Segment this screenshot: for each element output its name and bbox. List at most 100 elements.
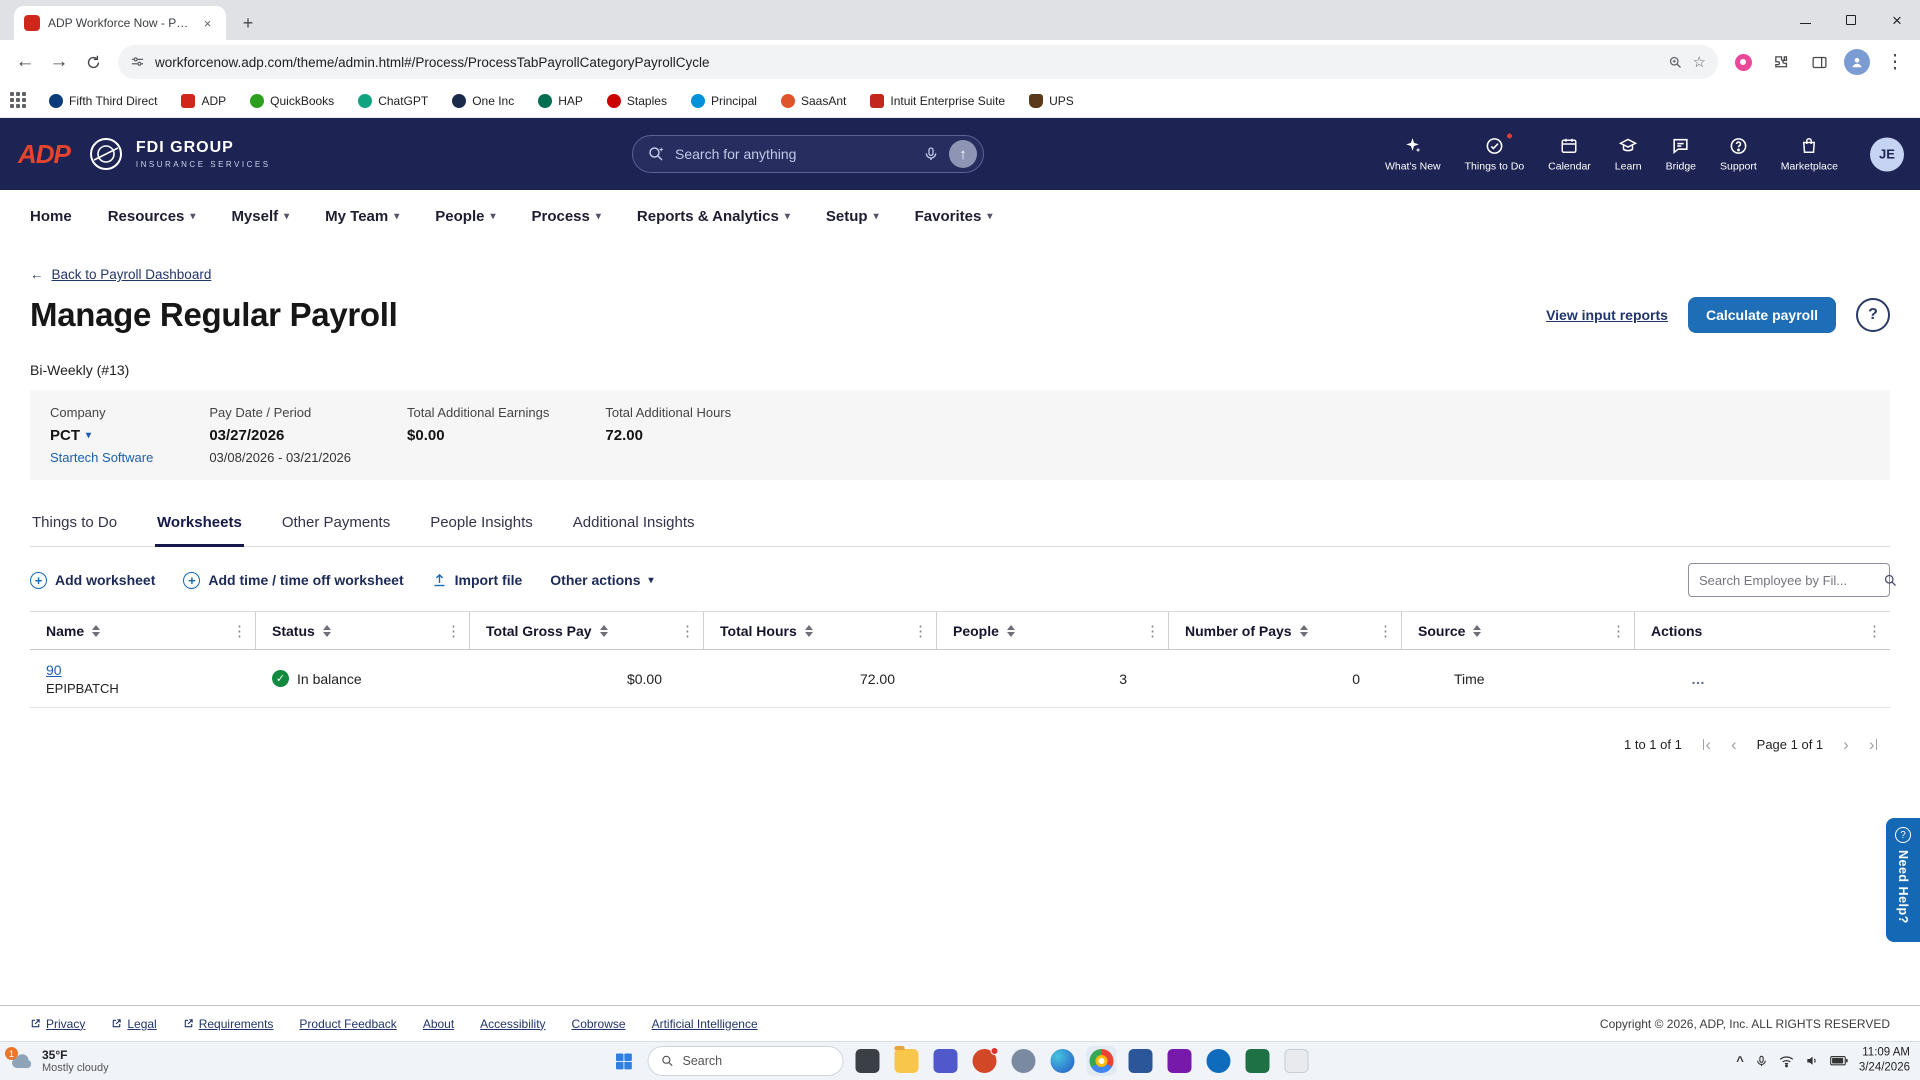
outlook-app-icon[interactable] — [1204, 1046, 1234, 1076]
start-button[interactable] — [609, 1046, 639, 1076]
search-icon[interactable] — [1883, 573, 1898, 588]
things-to-do-item[interactable]: Things to Do — [1465, 131, 1524, 173]
footer-privacy-link[interactable]: Privacy — [30, 1017, 85, 1031]
tab-other-payments[interactable]: Other Payments — [280, 506, 392, 546]
sort-icon[interactable] — [804, 624, 813, 637]
global-search-input[interactable] — [675, 146, 913, 162]
forward-icon[interactable]: → — [42, 45, 76, 79]
nav-setup[interactable]: Setup ▾ — [826, 208, 879, 225]
nav-myself[interactable]: Myself ▾ — [231, 208, 289, 225]
column-header-people[interactable]: People ⋮ — [937, 612, 1169, 649]
footer-accessibility-link[interactable]: Accessibility — [480, 1017, 545, 1031]
row-actions-icon[interactable]: … — [1635, 671, 1890, 687]
footer-legal-link[interactable]: Legal — [111, 1017, 157, 1031]
column-header-total-hours[interactable]: Total Hours ⋮ — [704, 612, 937, 649]
zoom-icon[interactable] — [1668, 55, 1683, 70]
other-actions-dropdown[interactable]: Other actions ▾ — [550, 572, 653, 588]
sort-icon[interactable] — [1473, 624, 1482, 637]
copilot-app-icon[interactable] — [1009, 1046, 1039, 1076]
column-menu-icon[interactable]: ⋮ — [1378, 622, 1393, 640]
support-item[interactable]: Support — [1720, 136, 1757, 173]
bookmark-fifth-third[interactable]: Fifth Third Direct — [40, 90, 166, 112]
column-header-status[interactable]: Status ⋮ — [256, 612, 470, 649]
bookmark-principal[interactable]: Principal — [682, 90, 766, 112]
company-link[interactable]: Startech Software — [50, 450, 153, 465]
pink-extension-icon[interactable] — [1726, 45, 1760, 79]
column-menu-icon[interactable]: ⋮ — [913, 622, 928, 640]
column-header-name[interactable]: Name ⋮ — [30, 612, 256, 649]
wifi-icon[interactable] — [1779, 1055, 1794, 1068]
excel-app-icon[interactable] — [1243, 1046, 1273, 1076]
company-selector[interactable]: PCT ▾ — [50, 427, 153, 444]
search-submit-button[interactable]: ↑ — [949, 140, 977, 168]
sort-icon[interactable] — [1299, 624, 1308, 637]
help-button[interactable]: ? — [1856, 298, 1890, 332]
bookmark-adp[interactable]: ADP — [172, 90, 235, 112]
last-page-button[interactable]: › — [1869, 736, 1878, 753]
prev-page-button[interactable]: ‹ — [1731, 736, 1737, 753]
add-time-worksheet-button[interactable]: + Add time / time off worksheet — [183, 571, 404, 589]
word-app-icon[interactable] — [1126, 1046, 1156, 1076]
address-bar[interactable]: ☆ — [118, 45, 1718, 79]
column-menu-icon[interactable]: ⋮ — [1611, 622, 1626, 640]
tab-additional-insights[interactable]: Additional Insights — [571, 506, 697, 546]
marketplace-item[interactable]: Marketplace — [1781, 136, 1838, 173]
widgets-grid-app-icon[interactable] — [1282, 1046, 1312, 1076]
column-menu-icon[interactable]: ⋮ — [232, 622, 247, 640]
footer-cobrowse-link[interactable]: Cobrowse — [572, 1017, 626, 1031]
employee-search-input[interactable] — [1699, 572, 1875, 588]
sort-icon[interactable] — [322, 624, 331, 637]
microphone-tray-icon[interactable] — [1755, 1055, 1768, 1068]
taskbar-clock[interactable]: 11:09 AM 3/24/2026 — [1859, 1047, 1910, 1076]
minimize-button[interactable] — [1782, 0, 1828, 40]
column-header-total-gross-pay[interactable]: Total Gross Pay ⋮ — [470, 612, 704, 649]
tab-people-insights[interactable]: People Insights — [428, 506, 535, 546]
taskbar-search-input[interactable] — [682, 1054, 831, 1068]
column-header-number-of-pays[interactable]: Number of Pays ⋮ — [1169, 612, 1402, 649]
apps-grid-icon[interactable] — [10, 91, 28, 110]
view-input-reports-link[interactable]: View input reports — [1546, 307, 1668, 323]
footer-about-link[interactable]: About — [423, 1017, 454, 1031]
adp-logo[interactable]: ADP — [18, 139, 71, 170]
bookmark-saasant[interactable]: SaasAnt — [772, 90, 855, 112]
battery-icon[interactable] — [1829, 1055, 1848, 1067]
table-row[interactable]: 90 EPIPBATCH ✓ In balance $0.00 72.00 3 … — [30, 650, 1890, 708]
profile-avatar[interactable] — [1840, 45, 1874, 79]
volume-icon[interactable] — [1805, 1054, 1819, 1068]
bridge-item[interactable]: Bridge — [1666, 136, 1696, 173]
nav-favorites[interactable]: Favorites ▾ — [915, 208, 993, 225]
microphone-icon[interactable] — [923, 144, 939, 164]
powerpoint-app-icon[interactable] — [970, 1046, 1000, 1076]
bookmark-chatgpt[interactable]: ChatGPT — [349, 90, 437, 112]
file-explorer-icon[interactable] — [892, 1046, 922, 1076]
back-to-dashboard-link[interactable]: ← Back to Payroll Dashboard — [30, 267, 211, 282]
chrome-app-icon[interactable] — [1086, 1046, 1117, 1076]
first-page-button[interactable]: ‹ — [1702, 736, 1711, 753]
edge-app-icon[interactable] — [1048, 1046, 1078, 1076]
browser-tab[interactable]: ADP Workforce Now - Payroll D × — [14, 6, 226, 40]
bookmark-staples[interactable]: Staples — [598, 90, 676, 112]
column-header-source[interactable]: Source ⋮ — [1402, 612, 1635, 649]
nav-resources[interactable]: Resources ▾ — [108, 208, 196, 225]
sort-icon[interactable] — [599, 624, 608, 637]
tab-things-to-do[interactable]: Things to Do — [30, 506, 119, 546]
weather-widget[interactable]: 1 35°F Mostly cloudy — [5, 1047, 109, 1074]
back-icon[interactable]: ← — [8, 45, 42, 79]
column-menu-icon[interactable]: ⋮ — [1145, 622, 1160, 640]
bookmark-ups[interactable]: UPS — [1020, 90, 1083, 112]
worksheet-link[interactable]: 90 — [46, 662, 62, 678]
bookmark-hap[interactable]: HAP — [529, 90, 592, 112]
site-settings-icon[interactable] — [130, 55, 145, 70]
hidden-icons-chevron[interactable]: ^ — [1736, 1054, 1744, 1069]
next-page-button[interactable]: › — [1843, 736, 1849, 753]
sort-icon[interactable] — [1006, 624, 1015, 637]
side-panel-icon[interactable] — [1802, 45, 1836, 79]
column-menu-icon[interactable]: ⋮ — [680, 622, 695, 640]
browser-menu-icon[interactable]: ⋮ — [1878, 45, 1912, 79]
teams-app-icon[interactable] — [931, 1046, 961, 1076]
footer-requirements-link[interactable]: Requirements — [183, 1017, 273, 1031]
maximize-button[interactable] — [1828, 0, 1874, 40]
nav-home[interactable]: Home — [30, 208, 72, 225]
calculate-payroll-button[interactable]: Calculate payroll — [1687, 297, 1836, 333]
column-menu-icon[interactable]: ⋮ — [446, 622, 461, 640]
